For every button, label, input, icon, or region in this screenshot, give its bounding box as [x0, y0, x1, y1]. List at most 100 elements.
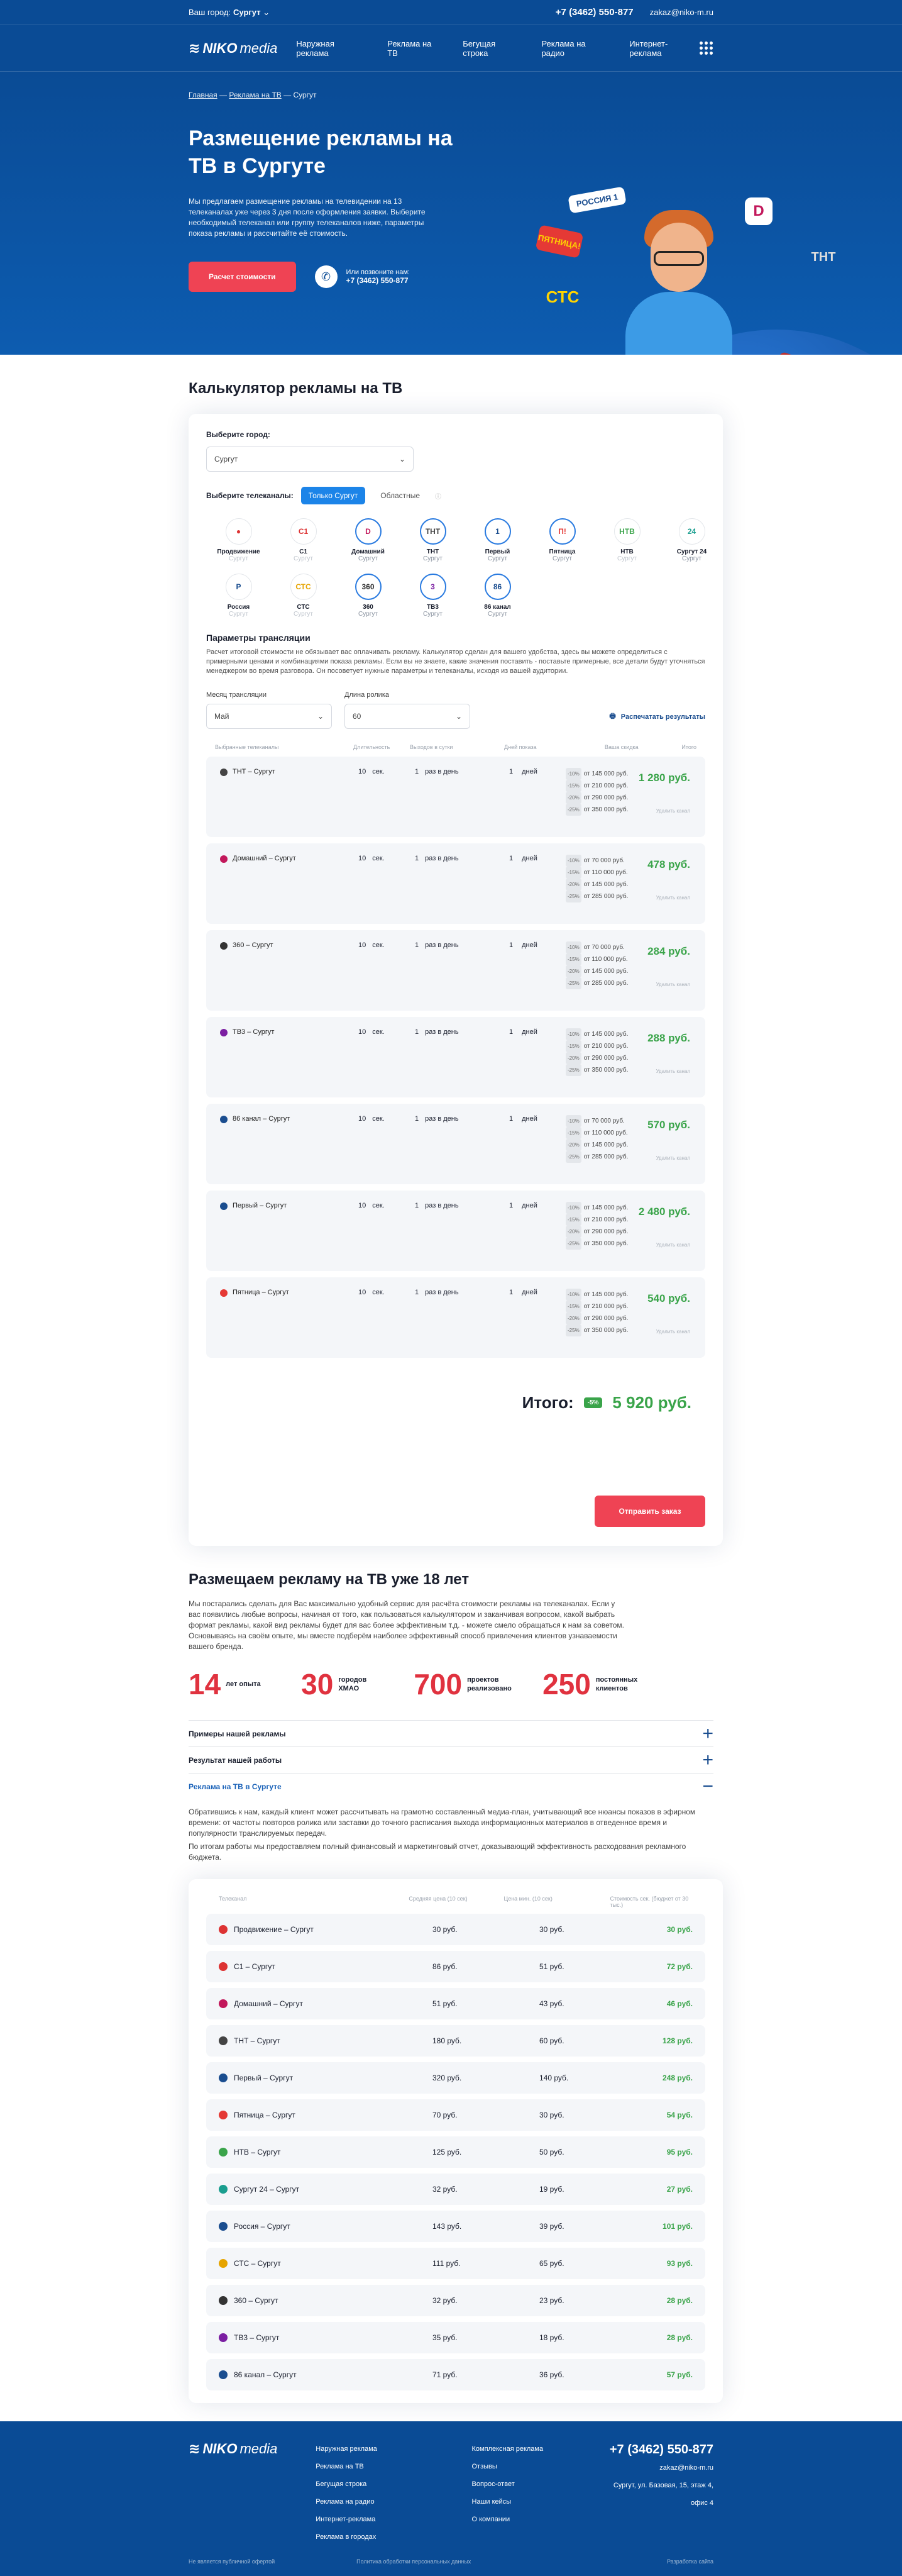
- channel-option[interactable]: НТВ НТВ Сургут: [595, 518, 659, 562]
- frequency-stepper[interactable]: 1 раз в день: [415, 1202, 509, 1260]
- discount-threshold: от 350 000 руб.: [583, 806, 629, 813]
- header-phone[interactable]: +7 (3462) 550-877: [556, 7, 634, 18]
- channel-option[interactable]: Р Россия Сургут: [206, 574, 271, 618]
- logo[interactable]: ≋ NIKO media: [189, 40, 277, 57]
- channel-option[interactable]: 1 Первый Сургут: [465, 518, 530, 562]
- nav-item[interactable]: Интернет-реклама: [629, 39, 700, 58]
- accordion-item[interactable]: Результат нашей работы +: [189, 1746, 713, 1773]
- days-stepper[interactable]: 1 дней: [509, 855, 566, 913]
- info-icon[interactable]: ⓘ: [435, 491, 441, 501]
- footer-link[interactable]: Реклама в городах: [316, 2528, 471, 2546]
- footer-link[interactable]: Комплексная реклама: [472, 2440, 599, 2458]
- nav-item[interactable]: Наружная реклама: [296, 39, 368, 58]
- frequency-stepper[interactable]: 1 раз в день: [415, 1289, 509, 1346]
- duration-stepper[interactable]: 10 сек.: [358, 855, 415, 913]
- duration-value: 10: [358, 1115, 366, 1123]
- discount-badge: -25%: [566, 891, 581, 902]
- footer-link[interactable]: Бегущая строка: [316, 2475, 471, 2493]
- calc-table-header: Выбранные телеканалы Длительность Выходо…: [206, 744, 705, 750]
- channel-option[interactable]: П! Пятница Сургут: [530, 518, 595, 562]
- menu-grid-icon[interactable]: [700, 41, 713, 55]
- frequency-value: 1: [415, 941, 419, 949]
- channel-option[interactable]: 86 86 канал Сургут: [465, 574, 530, 618]
- duration-stepper[interactable]: 10 сек.: [358, 768, 415, 826]
- footer-email[interactable]: zakaz@niko-m.ru: [599, 2459, 713, 2477]
- footer-link[interactable]: Интернет-реклама: [316, 2511, 471, 2528]
- calculator-section: Калькулятор рекламы на ТВ Выберите город…: [0, 380, 902, 1546]
- remove-channel-button[interactable]: Удалить канал: [656, 1069, 690, 1074]
- remove-channel-button[interactable]: Удалить канал: [656, 1242, 690, 1248]
- call-box[interactable]: ✆ Или позвоните нам: +7 (3462) 550-877: [314, 265, 410, 288]
- nav-item[interactable]: Бегущая строка: [463, 39, 522, 58]
- days-stepper[interactable]: 1 дней: [509, 1202, 566, 1260]
- footer-link[interactable]: Реклама на ТВ: [316, 2458, 471, 2475]
- channel-name: Первый – Сургут: [233, 1202, 287, 1209]
- developer-link[interactable]: Разработка сайта: [667, 2558, 713, 2565]
- tab-local[interactable]: Только Сургут: [300, 487, 366, 504]
- nav-item[interactable]: Реклама на радио: [541, 39, 610, 58]
- footer-phone[interactable]: +7 (3462) 550-877: [599, 2440, 713, 2459]
- nav-item[interactable]: Реклама на ТВ: [387, 39, 444, 58]
- channel-option[interactable]: C1 C1 Сургут: [271, 518, 336, 562]
- duration-stepper[interactable]: 10 сек.: [358, 1202, 415, 1260]
- remove-channel-button[interactable]: Удалить канал: [656, 808, 690, 814]
- footer-logo[interactable]: ≋ NIKO media: [189, 2440, 316, 2458]
- tab-regional[interactable]: Областные: [373, 487, 427, 504]
- footer-link[interactable]: Наружная реклама: [316, 2440, 471, 2458]
- accordion-item[interactable]: Реклама на ТВ в Сургуте −: [189, 1773, 713, 1799]
- channel-option[interactable]: 360 360 Сургут: [336, 574, 400, 618]
- days-stepper[interactable]: 1 дней: [509, 1028, 566, 1086]
- table-row: 360 – Сургут 32 руб. 23 руб. 28 руб.: [206, 2285, 705, 2316]
- breadcrumb-link[interactable]: Реклама на ТВ: [229, 91, 281, 99]
- discount-badge: -25%: [566, 1151, 581, 1163]
- frequency-stepper[interactable]: 1 раз в день: [415, 768, 509, 826]
- days-stepper[interactable]: 1 дней: [509, 768, 566, 826]
- discount-badge: -15%: [566, 1127, 581, 1139]
- days-stepper[interactable]: 1 дней: [509, 1115, 566, 1173]
- channel-option[interactable]: 24 Сургут 24 Сургут: [659, 518, 724, 562]
- send-order-button[interactable]: Отправить заказ: [595, 1496, 705, 1527]
- header-email[interactable]: zakaz@niko-m.ru: [650, 8, 713, 17]
- days-stepper[interactable]: 1 дней: [509, 941, 566, 999]
- duration-stepper[interactable]: 10 сек.: [358, 1115, 415, 1173]
- remove-channel-button[interactable]: Удалить канал: [656, 982, 690, 987]
- frequency-stepper[interactable]: 1 раз в день: [415, 941, 509, 999]
- days-stepper[interactable]: 1 дней: [509, 1289, 566, 1346]
- sec-price: 46 руб.: [666, 1999, 693, 2008]
- print-results-button[interactable]: 🖶 Распечатать результаты: [609, 711, 705, 723]
- channel-option[interactable]: СТС СТС Сургут: [271, 574, 336, 618]
- discount-list: -10% от 145 000 руб. -15% от 210 000 руб. -2…: [566, 1028, 654, 1086]
- channel-option[interactable]: 3 ТВ3 Сургут: [400, 574, 465, 618]
- remove-channel-button[interactable]: Удалить канал: [656, 895, 690, 901]
- channel-city: Сургут: [553, 555, 572, 562]
- channel-option[interactable]: ● Продвижение Сургут: [206, 518, 271, 562]
- duration-stepper[interactable]: 10 сек.: [358, 1289, 415, 1346]
- footer-link[interactable]: Наши кейсы: [472, 2493, 599, 2511]
- duration-select[interactable]: 60 ⌄: [344, 704, 470, 729]
- channel-option[interactable]: D Домашний Сургут: [336, 518, 400, 562]
- channel-option[interactable]: ТНТ ТНТ Сургут: [400, 518, 465, 562]
- channel-city: Сургут: [488, 611, 507, 618]
- privacy-link[interactable]: Политика обработки персональных данных: [356, 2558, 471, 2565]
- channel-badge: ТНТ: [811, 250, 836, 264]
- remove-channel-button[interactable]: Удалить канал: [656, 1329, 690, 1335]
- month-select[interactable]: Май ⌄: [206, 704, 332, 729]
- footer-link[interactable]: О компании: [472, 2511, 599, 2528]
- duration-stepper[interactable]: 10 сек.: [358, 1028, 415, 1086]
- min-price: 39 руб.: [539, 2222, 564, 2231]
- duration-stepper[interactable]: 10 сек.: [358, 941, 415, 999]
- accordion-item[interactable]: Примеры нашей рекламы +: [189, 1720, 713, 1746]
- remove-channel-button[interactable]: Удалить канал: [656, 1155, 690, 1161]
- city-select[interactable]: Сургут ⌄: [206, 447, 414, 472]
- frequency-stepper[interactable]: 1 раз в день: [415, 1028, 509, 1086]
- calc-cost-button[interactable]: Расчет стоимости: [189, 262, 296, 292]
- discount-line: -25% от 285 000 руб.: [566, 891, 654, 902]
- price-channel: Россия – Сургут: [219, 2222, 432, 2231]
- frequency-stepper[interactable]: 1 раз в день: [415, 1115, 509, 1173]
- city-selector[interactable]: Ваш город: Сургут ⌄: [189, 8, 270, 18]
- frequency-stepper[interactable]: 1 раз в день: [415, 855, 509, 913]
- footer-link[interactable]: Вопрос-ответ: [472, 2475, 599, 2493]
- breadcrumb-link[interactable]: Главная: [189, 91, 217, 99]
- footer-link[interactable]: Реклама на радио: [316, 2493, 471, 2511]
- footer-link[interactable]: Отзывы: [472, 2458, 599, 2475]
